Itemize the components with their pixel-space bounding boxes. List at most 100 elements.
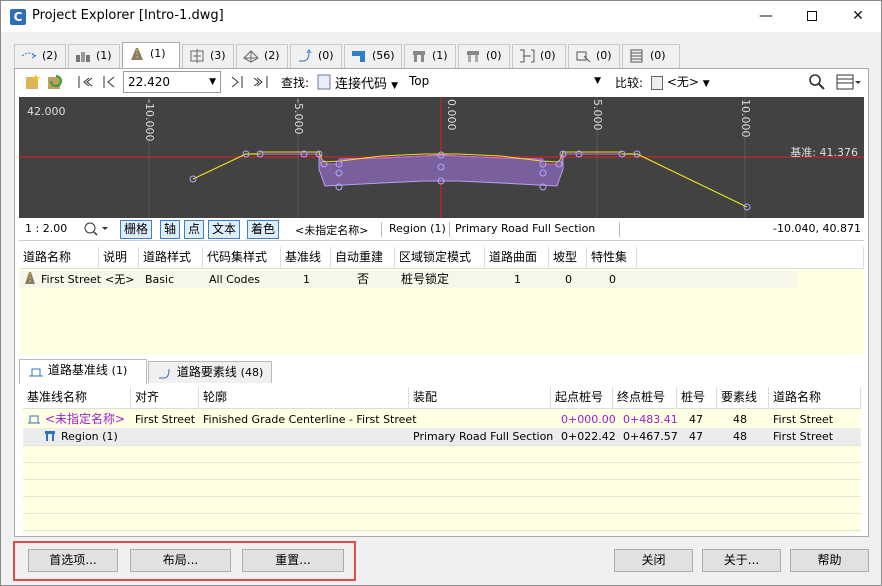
find-type-chevron-icon: ▼: [391, 81, 399, 91]
tab-corridors[interactable]: (1): [122, 42, 180, 69]
tab-baselines[interactable]: 道路基准线 (1): [19, 359, 147, 384]
col-header[interactable]: 道路样式: [139, 247, 203, 269]
tab-feature-lines-lower[interactable]: 道路要素线 (48): [148, 361, 272, 383]
col-header[interactable]: 说明: [99, 247, 139, 269]
surfaces-cell: 1: [514, 273, 521, 286]
toggle-text[interactable]: 文本: [208, 220, 241, 239]
tick-label: 0.000: [445, 99, 458, 131]
table-icon: [629, 49, 645, 63]
tab-parcels[interactable]: (0): [512, 44, 566, 68]
station-select[interactable]: 22.420 ▼: [123, 71, 221, 93]
description-cell: <无>: [105, 273, 135, 286]
coords-readout: -10.040, 40.871: [773, 222, 861, 235]
col-header[interactable]: 道路曲面: [485, 247, 549, 269]
table-row[interactable]: Region (1) Primary Road Full Section 0+0…: [23, 428, 861, 445]
tab-assemblies[interactable]: (1): [404, 44, 456, 68]
section-viewport[interactable]: 42.000 基准: 41.376 -10.000 -5.000 0.000 5…: [19, 97, 864, 218]
close-button[interactable]: 关闭: [614, 549, 693, 572]
tick-label: -5.000: [292, 99, 305, 135]
corridor-table: 道路名称 说明 道路样式 代码集样式 基准线 自动重建 区域锁定模式 道路曲面 …: [19, 247, 864, 355]
zoom-search-icon[interactable]: [807, 73, 827, 93]
divider: [449, 222, 450, 237]
close-window-button[interactable]: ✕: [835, 1, 881, 32]
refresh-icon[interactable]: [45, 73, 65, 93]
compare-label: 比较:: [615, 76, 644, 90]
rebuild-cell: 否: [357, 272, 370, 286]
table-row[interactable]: <未指定名称> First Street Finished Grade Cent…: [23, 411, 861, 428]
daylight-left: [192, 153, 260, 180]
toggle-points[interactable]: 点: [184, 220, 205, 239]
divider: [619, 222, 620, 237]
profile-icon: [75, 49, 91, 63]
col-header[interactable]: 区域锁定模式: [395, 247, 485, 269]
col-header[interactable]: 终点桩号: [613, 387, 677, 409]
reset-button[interactable]: 重置...: [242, 549, 344, 572]
tab-feature-lines[interactable]: (0): [290, 44, 342, 68]
tick-label: 5.000: [591, 99, 604, 131]
assembly-icon: [411, 49, 427, 63]
code-select[interactable]: Top ▼: [405, 71, 605, 93]
property-set-cell: 0: [609, 273, 616, 286]
minimize-button[interactable]: —: [743, 1, 789, 32]
col-header[interactable]: 要素线: [717, 387, 769, 409]
tab-alignments[interactable]: (2): [14, 44, 66, 68]
code-set-cell: All Codes: [209, 273, 261, 286]
corridor-icon: [23, 271, 37, 290]
col-header[interactable]: 基准线名称: [23, 387, 131, 409]
new-star-icon[interactable]: [23, 73, 43, 93]
maximize-button[interactable]: [789, 1, 835, 32]
col-header[interactable]: 基准线: [281, 247, 331, 269]
table-row[interactable]: First Street <无> Basic All Codes 1 否 桩号锁…: [19, 271, 797, 288]
about-button[interactable]: 关于...: [702, 549, 781, 572]
civil3d-app-icon: C: [10, 9, 26, 25]
col-header[interactable]: 桩号: [677, 387, 717, 409]
tab-profiles[interactable]: (1): [68, 44, 120, 68]
col-header[interactable]: 起点桩号: [551, 387, 613, 409]
col-header[interactable]: 装配: [409, 387, 551, 409]
col-header[interactable]: 对齐: [131, 387, 199, 409]
toggle-shading[interactable]: 着色: [247, 220, 280, 239]
corridor-name-cell: First Street: [773, 413, 834, 426]
view-options-icon[interactable]: [835, 73, 863, 93]
toggle-grid[interactable]: 栅格: [120, 220, 153, 239]
col-header[interactable]: 自动重建: [331, 247, 395, 269]
col-header[interactable]: 特性集: [587, 247, 637, 269]
baseline-name: <未指定名称>: [45, 412, 126, 426]
compare-shape-icon: [651, 75, 663, 90]
tab-tables[interactable]: (0): [622, 44, 680, 68]
lock-mode-cell: 桩号锁定: [401, 272, 450, 286]
assembly-cell: Primary Road Full Section: [413, 430, 554, 443]
tab-points[interactable]: (0): [568, 44, 620, 68]
tab-surfaces[interactable]: (2): [236, 44, 288, 68]
assembly-readout: Primary Road Full Section: [455, 222, 596, 235]
feature-lines-cell: 48: [733, 430, 747, 443]
datum-label: 基准: 41.376: [790, 146, 858, 159]
viewer-toolbar: 22.420 ▼ 查找: 连接代码 ▼ Top ▼ 比较: <无> ▼: [19, 71, 865, 95]
prev-station-icon[interactable]: [99, 73, 119, 93]
style-cell: Basic: [145, 273, 175, 286]
tab-subassemblies[interactable]: (0): [458, 44, 510, 68]
last-station-icon[interactable]: [251, 73, 271, 93]
surface-icon: [243, 49, 259, 63]
next-station-icon[interactable]: [227, 73, 247, 93]
preferences-button[interactable]: 首选项...: [28, 549, 118, 572]
col-header[interactable]: 道路名称: [19, 247, 99, 269]
compare-dropdown[interactable]: <无> ▼: [651, 73, 721, 93]
end-station-cell: 0+467.57: [623, 430, 678, 443]
toggle-axis[interactable]: 轴: [160, 220, 181, 239]
unnamed-baseline: <未指定名称>: [295, 224, 369, 237]
featureline-icon: [157, 365, 173, 379]
layout-button[interactable]: 布局...: [130, 549, 231, 572]
baseline-icon: [28, 363, 44, 377]
viewport-status-bar: 1 : 2.00 栅格 轴 点 文本 着色 <未指定名称> Region (1)…: [19, 219, 864, 241]
col-header[interactable]: 道路名称: [769, 387, 861, 409]
tab-pipe-networks[interactable]: (56): [344, 44, 402, 68]
col-header[interactable]: 代码集样式: [203, 247, 281, 269]
col-header[interactable]: 坡型: [549, 247, 587, 269]
zoom-dropdown[interactable]: [83, 220, 111, 241]
col-header[interactable]: 轮廓: [199, 387, 409, 409]
compare-chevron-icon: ▼: [702, 79, 710, 89]
first-station-icon[interactable]: [75, 73, 95, 93]
tab-sample-lines[interactable]: (3): [182, 44, 234, 68]
help-button[interactable]: 帮助: [790, 549, 869, 572]
